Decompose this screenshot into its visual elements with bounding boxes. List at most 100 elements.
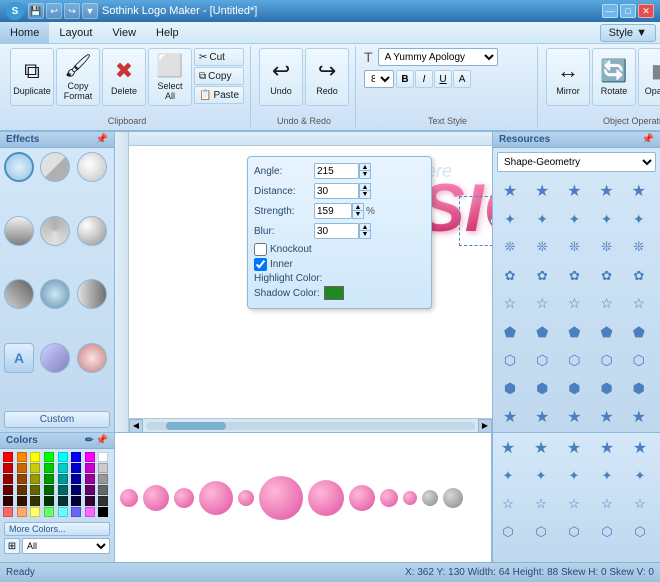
shape-item[interactable]: ☆ — [561, 491, 587, 517]
shape-item[interactable]: ☆ — [594, 291, 620, 317]
color-cell[interactable] — [44, 507, 54, 517]
underline-button[interactable]: U — [434, 70, 452, 88]
menu-layout[interactable]: Layout — [49, 22, 102, 43]
shape-item[interactable]: ⬢ — [561, 376, 587, 402]
shape-item[interactable]: ✦ — [497, 206, 523, 232]
color-cell[interactable] — [3, 463, 13, 473]
color-cell[interactable] — [98, 485, 108, 495]
horizontal-scrollbar-thumb[interactable] — [166, 422, 226, 430]
color-cell[interactable] — [85, 485, 95, 495]
color-cell[interactable] — [3, 452, 13, 462]
style-button[interactable]: Style ▼ — [600, 24, 656, 42]
color-cell[interactable] — [58, 474, 68, 484]
color-cell[interactable] — [30, 474, 40, 484]
distance-input[interactable] — [314, 183, 359, 199]
shape-item[interactable]: ⬢ — [594, 376, 620, 402]
shape-item[interactable]: ★ — [529, 178, 555, 204]
color-cell[interactable] — [85, 496, 95, 506]
shape-item[interactable]: ❊ — [594, 234, 620, 260]
angle-spin-up[interactable]: ▲ — [359, 163, 371, 171]
strength-input[interactable] — [314, 203, 352, 219]
shape-item[interactable]: ★ — [594, 404, 620, 430]
delete-button[interactable]: ✖ Delete — [102, 48, 146, 106]
shape-item[interactable]: ✦ — [594, 206, 620, 232]
distance-spin-up[interactable]: ▲ — [359, 183, 371, 191]
shape-item[interactable]: ⬡ — [528, 519, 554, 545]
shadow-color-swatch[interactable] — [324, 286, 344, 300]
color-cell[interactable] — [30, 452, 40, 462]
color-cell[interactable] — [3, 474, 13, 484]
copy-format-button[interactable]: 🖌 CopyFormat — [56, 48, 100, 106]
effect-item-3[interactable] — [77, 152, 107, 182]
color-cell[interactable] — [44, 485, 54, 495]
knockout-checkbox[interactable] — [254, 243, 267, 256]
blur-spin-down[interactable]: ▼ — [359, 231, 371, 239]
effect-item-7[interactable] — [4, 279, 34, 309]
cut-button[interactable]: ✂ Cut — [194, 48, 244, 66]
color-cell[interactable] — [44, 463, 54, 473]
shape-item[interactable]: ★ — [594, 435, 620, 461]
color-cell[interactable] — [30, 507, 40, 517]
shape-item[interactable]: ★ — [528, 435, 554, 461]
color-cell[interactable] — [44, 474, 54, 484]
font-size-dropdown[interactable]: 8 — [364, 70, 394, 88]
colors-filter-dropdown[interactable]: All — [22, 538, 110, 554]
shape-item[interactable]: ☆ — [529, 291, 555, 317]
distance-spin-down[interactable]: ▼ — [359, 191, 371, 199]
shape-item[interactable]: ✿ — [594, 263, 620, 289]
color-cell[interactable] — [58, 496, 68, 506]
effect-item-1[interactable] — [4, 152, 34, 182]
color-cell[interactable] — [17, 485, 27, 495]
qat-dropdown[interactable]: ▼ — [82, 3, 98, 19]
paste-button[interactable]: 📋 Paste — [194, 86, 244, 104]
shape-item[interactable]: ★ — [561, 404, 587, 430]
shape-item[interactable]: ☆ — [627, 491, 653, 517]
minimize-button[interactable]: — — [602, 4, 618, 18]
shape-item[interactable]: ✦ — [594, 463, 620, 489]
maximize-button[interactable]: □ — [620, 4, 636, 18]
shape-item[interactable]: ⬟ — [497, 319, 523, 345]
angle-spin-down[interactable]: ▼ — [359, 171, 371, 179]
color-cell[interactable] — [17, 463, 27, 473]
effect-item-2[interactable] — [40, 152, 70, 182]
menu-view[interactable]: View — [102, 22, 146, 43]
bold-button[interactable]: B — [396, 70, 414, 88]
shape-item[interactable]: ⬟ — [594, 319, 620, 345]
select-all-button[interactable]: ⬜ SelectAll — [148, 48, 192, 106]
canvas-content[interactable]: Angle: ▲ ▼ Distance: — [129, 146, 492, 418]
color-cell[interactable] — [3, 485, 13, 495]
strength-spin-up[interactable]: ▲ — [352, 203, 364, 211]
shape-item[interactable]: ⬡ — [561, 347, 587, 373]
shape-item[interactable]: ★ — [626, 178, 652, 204]
scroll-right-arrow[interactable]: ▶ — [478, 419, 492, 433]
color-cell[interactable] — [71, 474, 81, 484]
grid-view-button[interactable]: ⊞ — [4, 538, 20, 554]
shape-item[interactable]: ☆ — [497, 291, 523, 317]
color-cell[interactable] — [71, 485, 81, 495]
menu-home[interactable]: Home — [0, 22, 49, 43]
shape-item[interactable]: ✦ — [495, 463, 521, 489]
color-cell[interactable] — [58, 452, 68, 462]
effect-item-9[interactable] — [77, 279, 107, 309]
horizontal-scrollbar-track[interactable] — [146, 422, 475, 430]
strikethrough-button[interactable]: A — [453, 70, 471, 88]
color-cell[interactable] — [17, 474, 27, 484]
shape-item[interactable]: ★ — [561, 178, 587, 204]
shape-item[interactable]: ✦ — [627, 463, 653, 489]
color-cell[interactable] — [30, 496, 40, 506]
shape-item[interactable]: ❊ — [626, 234, 652, 260]
shape-item[interactable]: ☆ — [594, 491, 620, 517]
redo-button[interactable]: ↪ Redo — [305, 48, 349, 106]
shape-item[interactable]: ⬟ — [529, 319, 555, 345]
shape-item[interactable]: ✿ — [561, 263, 587, 289]
shape-item[interactable]: ⬡ — [497, 347, 523, 373]
shape-item[interactable]: ★ — [497, 178, 523, 204]
effect-item-8[interactable] — [40, 279, 70, 309]
shape-item[interactable]: ⬡ — [594, 347, 620, 373]
shape-item[interactable]: ✿ — [497, 263, 523, 289]
color-cell[interactable] — [71, 463, 81, 473]
color-cell[interactable] — [17, 496, 27, 506]
color-cell[interactable] — [98, 507, 108, 517]
effect-item-text-a[interactable]: A — [4, 343, 34, 373]
shape-item[interactable]: ☆ — [528, 491, 554, 517]
